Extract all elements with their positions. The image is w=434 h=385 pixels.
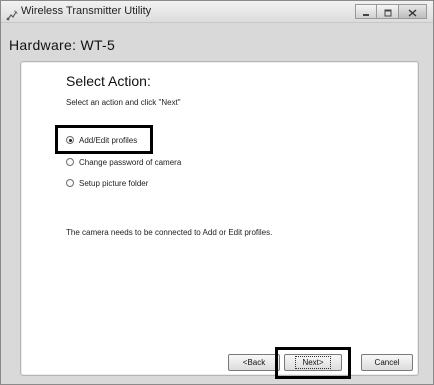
cancel-button-label: Cancel [374, 358, 400, 367]
close-button[interactable] [399, 4, 427, 19]
wireless-app-icon [6, 6, 18, 21]
window-title: Wireless Transmitter Utility [21, 5, 152, 17]
window-controls [355, 4, 427, 20]
back-button-label: <Back [242, 358, 266, 367]
back-button[interactable]: <Back [228, 354, 280, 371]
next-button[interactable]: Next> [284, 354, 342, 371]
panel-heading: Select Action: [66, 73, 151, 89]
close-icon [408, 2, 417, 21]
minimize-icon [362, 2, 370, 21]
option-setup-picture-folder[interactable]: Setup picture folder [66, 176, 148, 190]
next-button-label: Next> [295, 356, 331, 369]
radio-add-edit-profiles[interactable] [66, 136, 74, 144]
cancel-button[interactable]: Cancel [361, 354, 413, 371]
option-change-password[interactable]: Change password of camera [66, 155, 181, 169]
app-window: Wireless Transmitter Utility Hardware: W… [0, 0, 434, 385]
maximize-icon [384, 2, 392, 21]
minimize-button[interactable] [355, 4, 377, 19]
title-bar[interactable]: Wireless Transmitter Utility [1, 1, 433, 23]
radio-setup-picture-folder[interactable] [66, 179, 74, 187]
radio-change-password[interactable] [66, 158, 74, 166]
panel-instruction: Select an action and click "Next" [66, 98, 181, 107]
option-label: Add/Edit profiles [79, 135, 138, 145]
header-band: Hardware: WT-5 [1, 24, 433, 56]
option-label: Change password of camera [79, 157, 182, 167]
hardware-title: Hardware: WT-5 [9, 37, 116, 53]
connection-note: The camera needs to be connected to Add … [66, 228, 273, 237]
option-add-edit-profiles[interactable]: Add/Edit profiles [66, 133, 137, 147]
option-label: Setup picture folder [79, 178, 149, 188]
content-panel: Select Action: Select an action and clic… [20, 61, 419, 379]
maximize-button[interactable] [377, 4, 399, 19]
